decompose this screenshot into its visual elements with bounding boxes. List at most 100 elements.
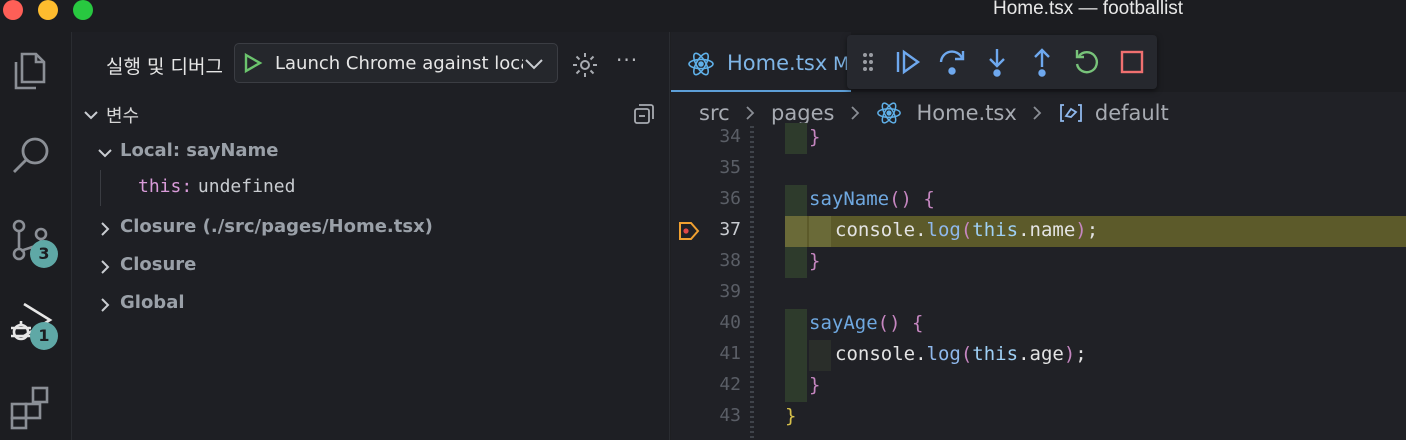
window-title: Home.tsx — footballist (993, 0, 1184, 19)
restart-button[interactable] (1071, 46, 1103, 78)
line-number: 34 (719, 126, 741, 147)
variables-section-title: 변수 (106, 106, 140, 127)
explorer-icon[interactable] (8, 48, 54, 94)
tab-home-tsx[interactable]: Home.tsx M (671, 32, 851, 92)
code-line: 39 (671, 278, 1406, 309)
indent-block (785, 123, 807, 154)
line-number: 40 (719, 312, 741, 333)
extensions-icon[interactable] (8, 384, 54, 430)
indent-block (809, 216, 831, 247)
scope-closure-file[interactable]: Closure (./src/pages/Home.tsx) (96, 214, 656, 244)
line-number: 37 (719, 219, 741, 240)
chevron-right-icon (101, 298, 110, 312)
indent-block (809, 340, 831, 371)
close-window-button[interactable] (3, 0, 23, 20)
scope-local[interactable]: Local: sayName (96, 138, 656, 168)
chevron-down-icon (98, 149, 112, 158)
continue-icon (896, 49, 921, 75)
code-line: 36 sayName() { (671, 185, 1406, 216)
step-into-button[interactable] (981, 46, 1013, 78)
panel-title: 실행 및 디버그 (106, 56, 223, 78)
code-line: 35 (671, 154, 1406, 185)
tab-bar: Home.tsx M (671, 32, 1406, 92)
breakpoint-pause-icon[interactable] (677, 220, 701, 242)
debug-badge: 1 (30, 322, 58, 350)
code-text: console.log(this.age); (835, 343, 1087, 365)
symbol-variable-icon (1060, 104, 1083, 122)
scope-global[interactable]: Global (96, 290, 656, 320)
gear-icon[interactable] (570, 50, 600, 80)
code-area[interactable]: 34 } 35 36 sayName() { 37 console.log(th… (671, 123, 1406, 440)
scope-closure[interactable]: Closure (96, 252, 656, 282)
line-number: 35 (719, 157, 741, 178)
indent-block (785, 185, 807, 216)
scope-label: Local: sayName (120, 140, 279, 161)
variable-row[interactable]: this: undefined (138, 176, 638, 206)
breadcrumb-item[interactable]: Home.tsx (917, 101, 1017, 125)
activity-bar: 3 1 (0, 32, 72, 440)
launch-config-select[interactable]: Launch Chrome against localhost (234, 43, 558, 83)
variable-value: undefined (197, 176, 296, 197)
code-text: } (809, 374, 821, 396)
code-line: 43 } (671, 402, 1406, 433)
step-out-icon (1034, 48, 1050, 77)
scope-label: Closure (120, 254, 197, 275)
chevron-right-icon (1033, 106, 1042, 120)
zoom-window-button[interactable] (73, 0, 93, 20)
stop-button[interactable] (1116, 46, 1148, 78)
chevron-right-icon (746, 106, 755, 120)
scope-label: Closure (./src/pages/Home.tsx) (120, 216, 433, 237)
source-control-badge: 3 (30, 240, 58, 268)
chevron-down-icon (84, 111, 98, 120)
variable-name: this: (138, 176, 193, 197)
scope-label: Global (120, 292, 185, 313)
launch-config-label: Launch Chrome against localhost (275, 53, 523, 74)
chevron-down-icon (525, 59, 543, 70)
code-text: console.log(this.name); (835, 219, 1099, 241)
debug-toolbar (847, 35, 1157, 89)
indent-block (785, 371, 807, 402)
breadcrumb-item[interactable]: pages (771, 101, 834, 125)
stop-icon (1120, 50, 1144, 74)
run-debug-panel: 실행 및 디버그 Launch Chrome against localhost… (72, 32, 670, 440)
code-text: } (809, 250, 821, 272)
line-number: 42 (719, 374, 741, 395)
minimize-window-button[interactable] (38, 0, 58, 20)
variables-section-header[interactable]: 변수 (80, 100, 660, 130)
code-line: 34 } (671, 123, 1406, 154)
line-number: 36 (719, 188, 741, 209)
start-debugging-icon[interactable] (241, 52, 263, 74)
drag-handle-icon[interactable] (861, 51, 875, 73)
line-number: 38 (719, 250, 741, 271)
search-icon[interactable] (8, 132, 54, 178)
editor: Home.tsx M src pages Home.tsx default 34… (671, 32, 1406, 440)
step-over-button[interactable] (936, 46, 968, 78)
indent-block (785, 247, 807, 278)
code-line: 42 } (671, 371, 1406, 402)
line-number: 39 (719, 281, 741, 302)
step-out-button[interactable] (1026, 46, 1058, 78)
code-line: 41 console.log(this.age); (671, 340, 1406, 371)
line-number: 41 (719, 343, 741, 364)
breadcrumb-item[interactable]: default (1095, 101, 1169, 125)
code-text: sayName() { (809, 188, 935, 210)
indent-guide (100, 170, 101, 206)
line-number: 43 (719, 405, 741, 426)
step-into-icon (989, 49, 1005, 77)
chevron-right-icon (101, 260, 110, 274)
chevron-right-icon (851, 106, 860, 120)
code-text: sayAge() { (809, 312, 924, 334)
code-text: } (809, 126, 821, 148)
indent-block (785, 309, 807, 340)
tab-label: Home.tsx (727, 51, 828, 75)
collapse-all-icon[interactable] (632, 102, 656, 126)
chevron-right-icon (101, 222, 110, 236)
restart-icon (1075, 50, 1098, 74)
indent-block (785, 340, 807, 371)
step-over-icon (939, 50, 965, 75)
continue-button[interactable] (891, 46, 923, 78)
indent-block (785, 216, 807, 247)
code-line: 38 } (671, 247, 1406, 278)
more-actions-button[interactable]: ··· (616, 48, 638, 72)
breadcrumb-item[interactable]: src (699, 101, 730, 125)
